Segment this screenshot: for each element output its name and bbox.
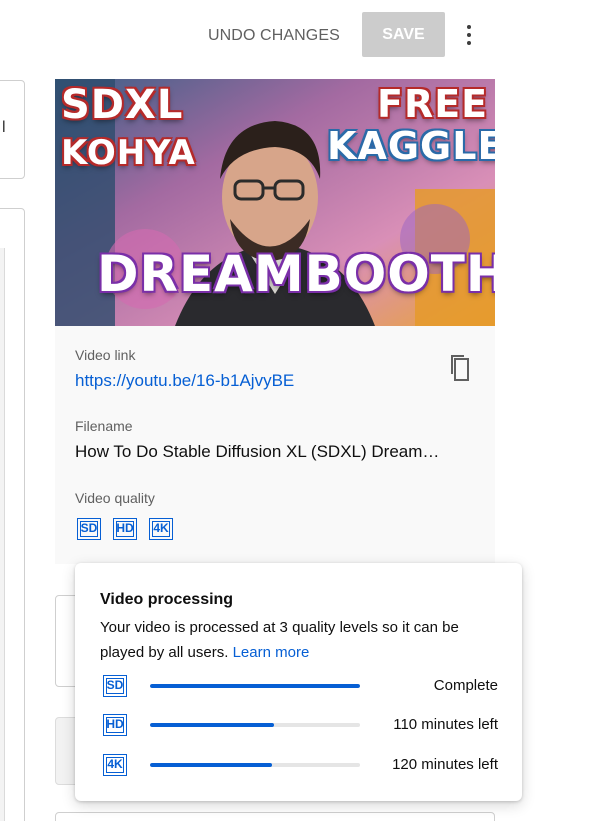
hd-quality-icon: HD — [103, 714, 127, 736]
processing-row-4k: 4K 120 minutes left — [103, 754, 498, 776]
video-preview-card: SDXL KOHYA FREE KAGGLE DREAMBOOTH Video … — [55, 79, 495, 564]
progress-fill — [150, 684, 360, 688]
progress-fill — [150, 723, 274, 727]
left-panel-text-fragment: l — [2, 119, 6, 136]
thumbnail-text-kohya: KOHYA — [61, 133, 196, 173]
copy-icon[interactable] — [447, 353, 471, 381]
video-details-page: UNDO CHANGES SAVE l SDXL KOHYA FREE KAGG… — [0, 0, 594, 821]
save-button[interactable]: SAVE — [362, 12, 445, 57]
video-quality-badges[interactable]: SD HD 4K — [77, 518, 173, 540]
video-quality-label: Video quality — [75, 490, 155, 506]
video-processing-popup: Video processing Your video is processed… — [75, 563, 522, 801]
sd-quality-icon: SD — [77, 518, 101, 540]
sd-quality-icon: SD — [103, 675, 127, 697]
underlying-card-bottom — [55, 812, 495, 821]
left-panel-inner — [0, 248, 5, 821]
processing-row-hd: HD 110 minutes left — [103, 714, 498, 736]
processing-status: 110 minutes left — [393, 716, 498, 733]
thumbnail-text-kaggle: KAGGLE — [327, 124, 495, 168]
popup-description: Your video is processed at 3 quality lev… — [100, 615, 500, 665]
popup-title: Video processing — [100, 591, 234, 608]
undo-changes-button[interactable]: UNDO CHANGES — [200, 18, 348, 54]
4k-quality-icon: 4K — [103, 754, 127, 776]
video-link-label: Video link — [75, 347, 136, 363]
hd-quality-icon: HD — [113, 518, 137, 540]
more-vert-icon[interactable] — [456, 18, 482, 54]
4k-quality-icon: 4K — [149, 518, 173, 540]
filename-label: Filename — [75, 418, 133, 434]
progress-track — [150, 763, 360, 767]
progress-track — [150, 723, 360, 727]
progress-track — [150, 684, 360, 688]
thumbnail-text-dreambooth: DREAMBOOTH — [97, 245, 495, 303]
thumbnail-text-sdxl: SDXL — [61, 82, 184, 128]
video-thumbnail[interactable]: SDXL KOHYA FREE KAGGLE DREAMBOOTH — [55, 79, 495, 326]
learn-more-link[interactable]: Learn more — [233, 644, 310, 661]
left-panel-card: l — [0, 80, 25, 179]
processing-row-sd: SD Complete — [103, 675, 498, 697]
video-link[interactable]: https://youtu.be/16-b1AjvyBE — [75, 371, 294, 391]
processing-status: Complete — [433, 677, 498, 694]
thumbnail-text-free: FREE — [377, 82, 489, 126]
processing-status: 120 minutes left — [392, 756, 498, 773]
filename-value: How To Do Stable Diffusion XL (SDXL) Dre… — [75, 442, 440, 461]
progress-fill — [150, 763, 272, 767]
